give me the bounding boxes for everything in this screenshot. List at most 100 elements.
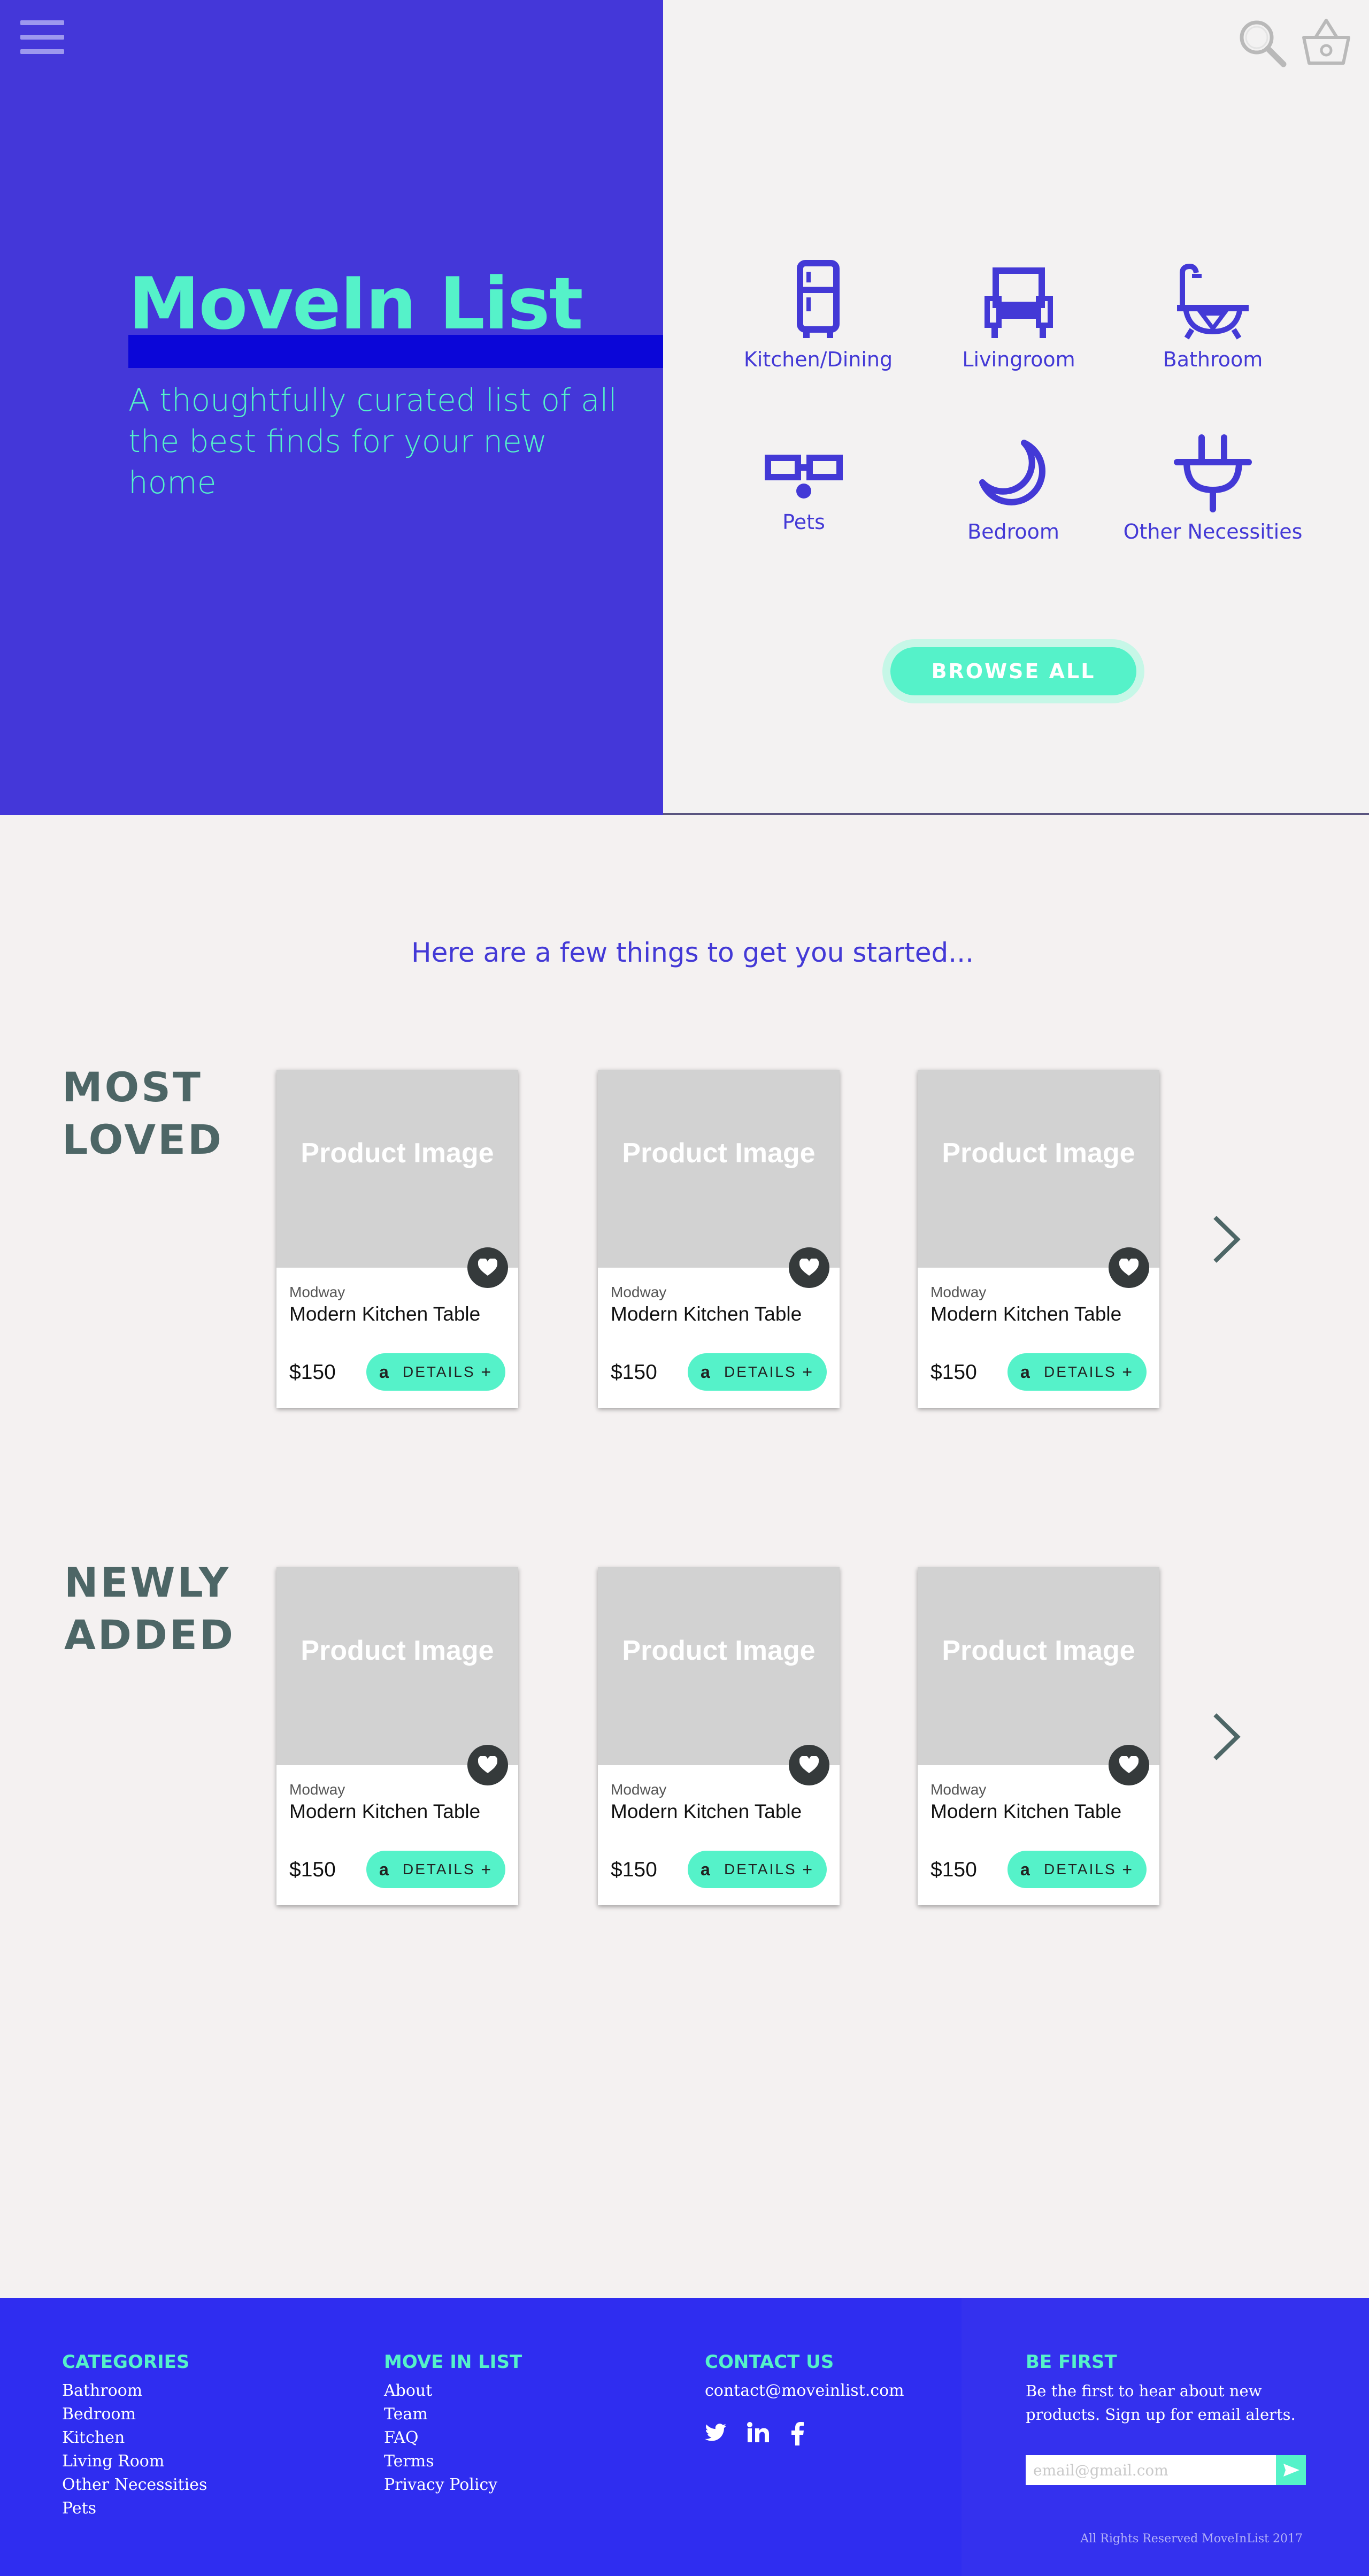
product-brand: Modway <box>611 1781 667 1798</box>
category-label: Kitchen/Dining <box>743 348 893 371</box>
amazon-icon: a <box>701 1362 712 1382</box>
details-button[interactable]: a DETAILS + <box>688 1353 827 1391</box>
details-button[interactable]: a DETAILS + <box>366 1353 505 1391</box>
page-title: MoveIn List <box>128 262 583 346</box>
send-icon <box>1283 2464 1299 2477</box>
footer-heading: CONTACT US <box>705 2351 834 2373</box>
heart-icon[interactable] <box>467 1247 508 1288</box>
section-title-most-loved: MOST LOVED <box>62 1063 224 1163</box>
email-field[interactable] <box>1026 2455 1276 2485</box>
product-card[interactable]: Product Image Modway Modern Kitchen Tabl… <box>276 1070 518 1408</box>
product-image: Product Image <box>598 1567 840 1765</box>
browse-all-button[interactable]: BROWSE ALL <box>890 647 1136 695</box>
plus-icon: + <box>802 1860 814 1879</box>
category-kitchen-dining[interactable]: Kitchen/Dining <box>717 260 920 371</box>
category-label: Other Necessities <box>1123 520 1303 543</box>
details-button[interactable]: a DETAILS + <box>1007 1353 1147 1391</box>
basket-icon[interactable] <box>1299 16 1353 70</box>
pet-bowl-icon <box>765 455 843 499</box>
amazon-icon: a <box>701 1860 712 1879</box>
hero-subtitle: A thoughtfully curated list of all the b… <box>128 382 617 501</box>
heart-icon[interactable] <box>1109 1745 1149 1785</box>
product-price: $150 <box>611 1361 657 1384</box>
product-card[interactable]: Product Image Modway Modern Kitchen Tabl… <box>598 1567 840 1905</box>
product-brand: Modway <box>930 1284 987 1300</box>
heart-icon[interactable] <box>789 1745 829 1785</box>
product-name: Modern Kitchen Table <box>289 1800 481 1822</box>
hamburger-menu-icon[interactable] <box>20 20 64 55</box>
plug-icon <box>1174 434 1252 512</box>
chevron-right-icon[interactable] <box>1208 1210 1245 1269</box>
footer-link-bedroom[interactable]: Bedroom <box>62 2403 207 2426</box>
footer-heading: BE FIRST <box>1026 2351 1117 2373</box>
footer-link-kitchen[interactable]: Kitchen <box>62 2426 207 2450</box>
footer-link-living-room[interactable]: Living Room <box>62 2450 207 2473</box>
plus-icon: + <box>1122 1362 1134 1382</box>
category-label: Livingroom <box>962 348 1075 371</box>
amazon-icon: a <box>1020 1860 1032 1879</box>
product-name: Modern Kitchen Table <box>611 1303 802 1325</box>
product-price: $150 <box>930 1361 977 1384</box>
category-label: Bedroom <box>967 520 1059 543</box>
heart-icon[interactable] <box>789 1247 829 1288</box>
category-other-necessities[interactable]: Other Necessities <box>1111 434 1314 543</box>
contact-email-link[interactable]: contact@moveinlist.com <box>705 2379 904 2403</box>
product-price: $150 <box>289 1361 336 1384</box>
category-bathroom[interactable]: Bathroom <box>1111 262 1314 371</box>
twitter-icon[interactable] <box>705 2422 728 2446</box>
footer-link-bathroom[interactable]: Bathroom <box>62 2379 207 2403</box>
product-image: Product Image <box>276 1070 518 1268</box>
section-title-newly-added: NEWLY ADDED <box>64 1559 235 1659</box>
footer-heading: MOVE IN LIST <box>384 2351 522 2373</box>
footer-link-other-necessities[interactable]: Other Necessities <box>62 2473 207 2497</box>
tagline: Here are a few things to get you started… <box>411 937 974 968</box>
linkedin-icon[interactable] <box>747 2422 770 2446</box>
footer-move-in-list: MOVE IN LIST About Team FAQ Terms Privac… <box>384 2351 522 2497</box>
category-label: Bathroom <box>1163 348 1263 371</box>
product-brand: Modway <box>289 1781 345 1798</box>
footer-link-faq[interactable]: FAQ <box>384 2426 522 2450</box>
details-label: DETAILS <box>403 1861 475 1877</box>
send-button[interactable] <box>1276 2455 1306 2485</box>
product-name: Modern Kitchen Table <box>289 1303 481 1325</box>
details-button[interactable]: a DETAILS + <box>1007 1851 1147 1888</box>
footer-link-privacy-policy[interactable]: Privacy Policy <box>384 2473 522 2497</box>
product-name: Modern Kitchen Table <box>611 1800 802 1822</box>
heart-icon[interactable] <box>1109 1247 1149 1288</box>
footer-link-pets[interactable]: Pets <box>62 2497 207 2520</box>
footer-be-first: BE FIRST Be the first to hear about new … <box>1026 2351 1325 2426</box>
signup-description: Be the first to hear about new products.… <box>1026 2382 1296 2424</box>
product-image: Product Image <box>276 1567 518 1765</box>
amazon-icon: a <box>1020 1362 1032 1382</box>
facebook-icon[interactable] <box>790 2422 804 2448</box>
plus-icon: + <box>1122 1860 1134 1879</box>
amazon-icon: a <box>379 1860 390 1879</box>
category-pets[interactable]: Pets <box>702 449 905 534</box>
details-label: DETAILS <box>724 1861 797 1877</box>
plus-icon: + <box>481 1362 493 1382</box>
footer-link-team[interactable]: Team <box>384 2403 522 2426</box>
copyright: All Rights Reserved MoveInList 2017 <box>1080 2532 1303 2546</box>
product-brand: Modway <box>611 1284 667 1300</box>
bathtub-icon <box>1177 263 1249 340</box>
category-label: Pets <box>782 510 825 534</box>
details-button[interactable]: a DETAILS + <box>366 1851 505 1888</box>
category-bedroom[interactable]: Bedroom <box>912 438 1115 543</box>
chevron-right-icon[interactable] <box>1208 1707 1245 1766</box>
details-button[interactable]: a DETAILS + <box>688 1851 827 1888</box>
search-icon[interactable] <box>1235 16 1289 70</box>
product-card[interactable]: Product Image Modway Modern Kitchen Tabl… <box>598 1070 840 1408</box>
heart-icon[interactable] <box>467 1745 508 1785</box>
product-card[interactable]: Product Image Modway Modern Kitchen Tabl… <box>276 1567 518 1905</box>
footer-categories: CATEGORIES Bathroom Bedroom Kitchen Livi… <box>62 2351 207 2520</box>
product-price: $150 <box>289 1858 336 1881</box>
product-price: $150 <box>930 1858 977 1881</box>
footer-link-terms[interactable]: Terms <box>384 2450 522 2473</box>
product-card[interactable]: Product Image Modway Modern Kitchen Tabl… <box>918 1567 1159 1905</box>
amazon-icon: a <box>379 1362 390 1382</box>
moon-icon <box>979 440 1045 505</box>
category-livingroom[interactable]: Livingroom <box>917 265 1120 371</box>
footer-link-about[interactable]: About <box>384 2379 522 2403</box>
product-card[interactable]: Product Image Modway Modern Kitchen Tabl… <box>918 1070 1159 1408</box>
product-name: Modern Kitchen Table <box>930 1800 1122 1822</box>
